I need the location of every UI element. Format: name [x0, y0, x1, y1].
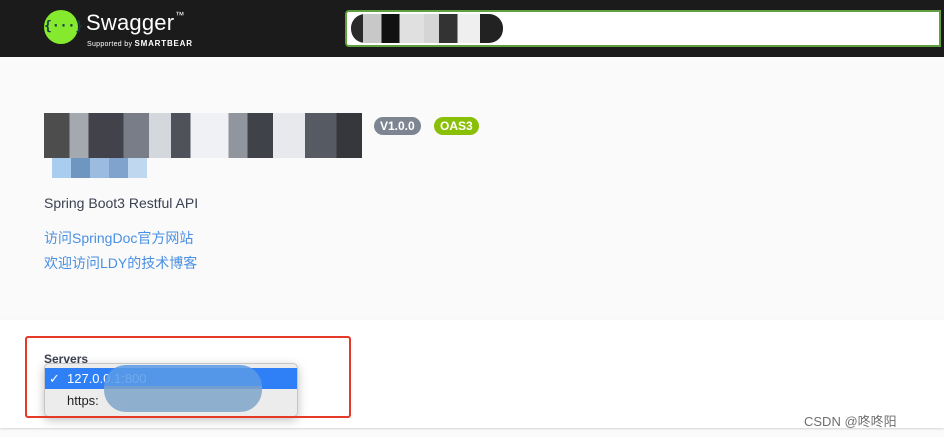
app-name: Swagger™ [86, 10, 184, 36]
trademark: ™ [175, 10, 185, 20]
oas-badge: OAS3 [434, 117, 479, 135]
api-description: Spring Boot3 Restful API [44, 195, 199, 211]
highlight-box [25, 336, 351, 418]
redacted-subtitle [52, 158, 147, 178]
supported-by: Supported by SMARTBEAR [87, 39, 193, 48]
springdoc-link[interactable]: 访问SpringDoc官方网站 [44, 228, 193, 248]
blog-link[interactable]: 欢迎访问LDY的技术博客 [44, 253, 197, 273]
watermark: CSDN @咚咚阳 [804, 414, 897, 429]
info-section [0, 57, 944, 320]
top-bar: {···} Swagger™ Supported by SMARTBEAR [0, 0, 944, 57]
supported-by-brand: SMARTBEAR [134, 39, 193, 48]
redacted-title [44, 113, 362, 158]
supported-by-prefix: Supported by [87, 41, 133, 48]
redacted-url [351, 14, 503, 43]
app-name-text: Swagger [86, 10, 175, 35]
swagger-logo-icon: {···} [44, 10, 83, 44]
page-title-redacted [44, 113, 374, 178]
api-url-input[interactable] [345, 10, 941, 47]
swagger-logo[interactable]: {···} Swagger™ Supported by SMARTBEAR [44, 10, 204, 50]
version-badge: V1.0.0 [374, 117, 421, 135]
